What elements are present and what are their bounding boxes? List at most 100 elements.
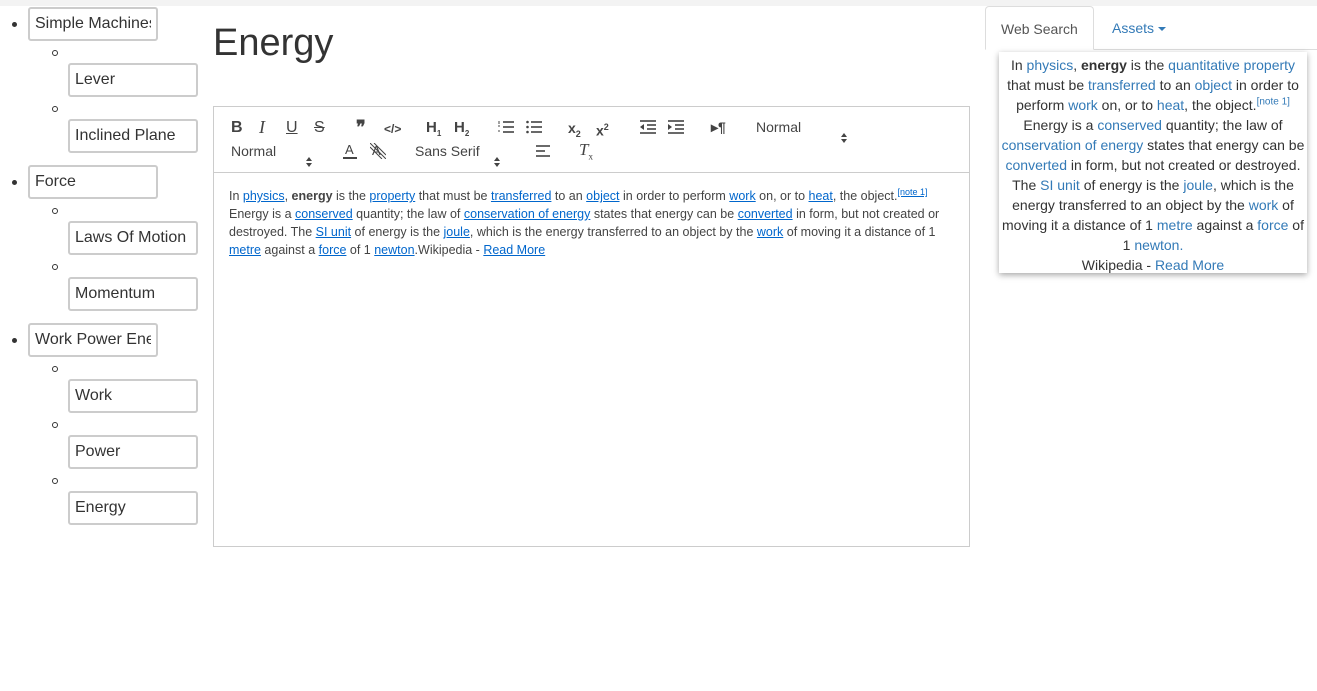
- tree-node-force[interactable]: [28, 165, 158, 199]
- ordered-list-icon[interactable]: [498, 120, 514, 134]
- text: Wikipedia -: [1081, 257, 1155, 273]
- bullet-list-icon[interactable]: [526, 120, 542, 134]
- tab-label: Web Search: [1001, 21, 1078, 37]
- link-conservation-of-energy[interactable]: conservation of energy: [464, 207, 590, 221]
- text: Energy is a: [229, 207, 296, 221]
- text: Energy is a: [1023, 117, 1098, 133]
- link-heat[interactable]: heat: [1157, 97, 1184, 113]
- tree-node-power[interactable]: [68, 435, 198, 469]
- text: In: [229, 189, 243, 203]
- link-converted[interactable]: converted: [738, 207, 793, 221]
- text: of energy is the: [1079, 177, 1184, 193]
- tree-node-momentum[interactable]: [68, 277, 198, 311]
- link-conservation-of-energy[interactable]: conservation of energy: [1002, 137, 1144, 153]
- sub-bullet: [52, 106, 58, 112]
- clear-format-icon[interactable]: Tx: [579, 140, 593, 165]
- link-work[interactable]: work: [729, 189, 755, 203]
- link-work-2[interactable]: work: [757, 225, 783, 239]
- tree-node-energy[interactable]: [68, 491, 198, 525]
- font-select[interactable]: Sans Serif: [415, 142, 501, 167]
- read-more-link[interactable]: Read More: [1155, 257, 1224, 273]
- text: to an: [551, 189, 587, 203]
- sub-bullet: [52, 366, 58, 372]
- link-heat[interactable]: heat: [809, 189, 833, 203]
- text: states that energy can be: [1143, 137, 1305, 153]
- link-force[interactable]: force: [1257, 217, 1288, 233]
- indent-icon[interactable]: [668, 120, 684, 134]
- text: quantity; the law of: [352, 207, 464, 221]
- link-newton[interactable]: newton.: [1134, 237, 1183, 253]
- link-converted[interactable]: converted: [1006, 157, 1067, 173]
- align-icon[interactable]: [536, 145, 550, 158]
- read-more-link[interactable]: Read More: [483, 243, 545, 257]
- font-select-value: Sans Serif: [415, 143, 480, 159]
- footnote-link[interactable]: [note 1]: [1257, 96, 1290, 107]
- text: , which is the energy transferred to an …: [469, 225, 757, 239]
- link-force[interactable]: force: [319, 243, 347, 257]
- tree-node-work[interactable]: [68, 379, 198, 413]
- footnote-link[interactable]: [note 1]: [897, 187, 927, 197]
- header-1-icon[interactable]: H1: [426, 119, 441, 143]
- tab-assets[interactable]: Assets: [1097, 6, 1181, 50]
- editor-toolbar: B I U S ❞ </> H1 H2 x2 x2 ▸¶ Normal Norm…: [214, 107, 969, 173]
- tab-web-search[interactable]: Web Search: [985, 6, 1094, 50]
- outdent-icon[interactable]: [640, 120, 656, 134]
- link-conserved[interactable]: conserved: [1097, 117, 1162, 133]
- italic-icon[interactable]: I: [259, 118, 265, 136]
- tree-node-laws-of-motion[interactable]: [68, 221, 198, 255]
- link-transferred[interactable]: transferred: [1088, 77, 1156, 93]
- tree-node-simple-machines[interactable]: [28, 7, 158, 41]
- header-2-icon[interactable]: H2: [454, 119, 469, 143]
- bullet: [12, 338, 17, 343]
- code-block-icon[interactable]: </>: [384, 120, 401, 138]
- link-work-2[interactable]: work: [1249, 197, 1279, 213]
- text: , the object.: [1184, 97, 1257, 113]
- tree-node-lever[interactable]: [68, 63, 198, 97]
- link-metre[interactable]: metre: [1157, 217, 1193, 233]
- strike-icon[interactable]: S: [314, 119, 325, 137]
- link-object[interactable]: object: [1195, 77, 1232, 93]
- caret-down-icon: [1158, 27, 1167, 32]
- link-transferred[interactable]: transferred: [491, 189, 551, 203]
- text-direction-icon[interactable]: ▸¶: [711, 118, 726, 136]
- link-physics[interactable]: physics: [243, 189, 285, 203]
- link-si-unit[interactable]: SI unit: [316, 225, 351, 239]
- link-physics[interactable]: physics: [1027, 57, 1074, 73]
- underline-icon[interactable]: U: [286, 119, 298, 137]
- text: , the object.: [832, 189, 898, 203]
- text: is the: [332, 189, 370, 203]
- text: is the: [1126, 57, 1169, 73]
- link-quantitative-property[interactable]: quantitative property: [1168, 57, 1295, 73]
- text: ,: [284, 189, 292, 203]
- text: on, or to: [1097, 97, 1157, 113]
- text: ,: [1073, 57, 1081, 73]
- superscript-icon[interactable]: x2: [596, 118, 609, 140]
- tree-node-inclined-plane[interactable]: [68, 119, 198, 153]
- text: of 1: [346, 243, 375, 257]
- blockquote-icon[interactable]: ❞: [356, 118, 366, 136]
- link-si-unit[interactable]: SI unit: [1040, 177, 1080, 193]
- background-color-icon[interactable]: A: [370, 143, 386, 159]
- link-object[interactable]: object: [586, 189, 619, 203]
- header-select[interactable]: Normal: [756, 118, 848, 143]
- sub-bullet: [52, 50, 58, 56]
- link-work[interactable]: work: [1068, 97, 1098, 113]
- text: in order to perform: [619, 189, 730, 203]
- link-newton[interactable]: newton: [374, 243, 414, 257]
- text: that must be: [1007, 77, 1088, 93]
- sub-bullet: [52, 478, 58, 484]
- bullet: [12, 180, 17, 185]
- editor-content[interactable]: In physics, energy is the property that …: [214, 173, 969, 273]
- link-joule[interactable]: joule: [1183, 177, 1213, 193]
- text: to an: [1155, 77, 1195, 93]
- size-select[interactable]: Normal: [231, 142, 313, 167]
- tree-node-work-power-energy[interactable]: [28, 323, 158, 357]
- link-conserved[interactable]: conserved: [295, 207, 353, 221]
- tab-label: Assets: [1112, 20, 1155, 36]
- link-joule[interactable]: joule: [444, 225, 470, 239]
- bold-icon[interactable]: B: [231, 119, 243, 137]
- link-metre[interactable]: metre: [229, 243, 261, 257]
- text: states that energy can be: [590, 207, 738, 221]
- font-color-icon[interactable]: A: [343, 143, 357, 159]
- link-property[interactable]: property: [369, 189, 415, 203]
